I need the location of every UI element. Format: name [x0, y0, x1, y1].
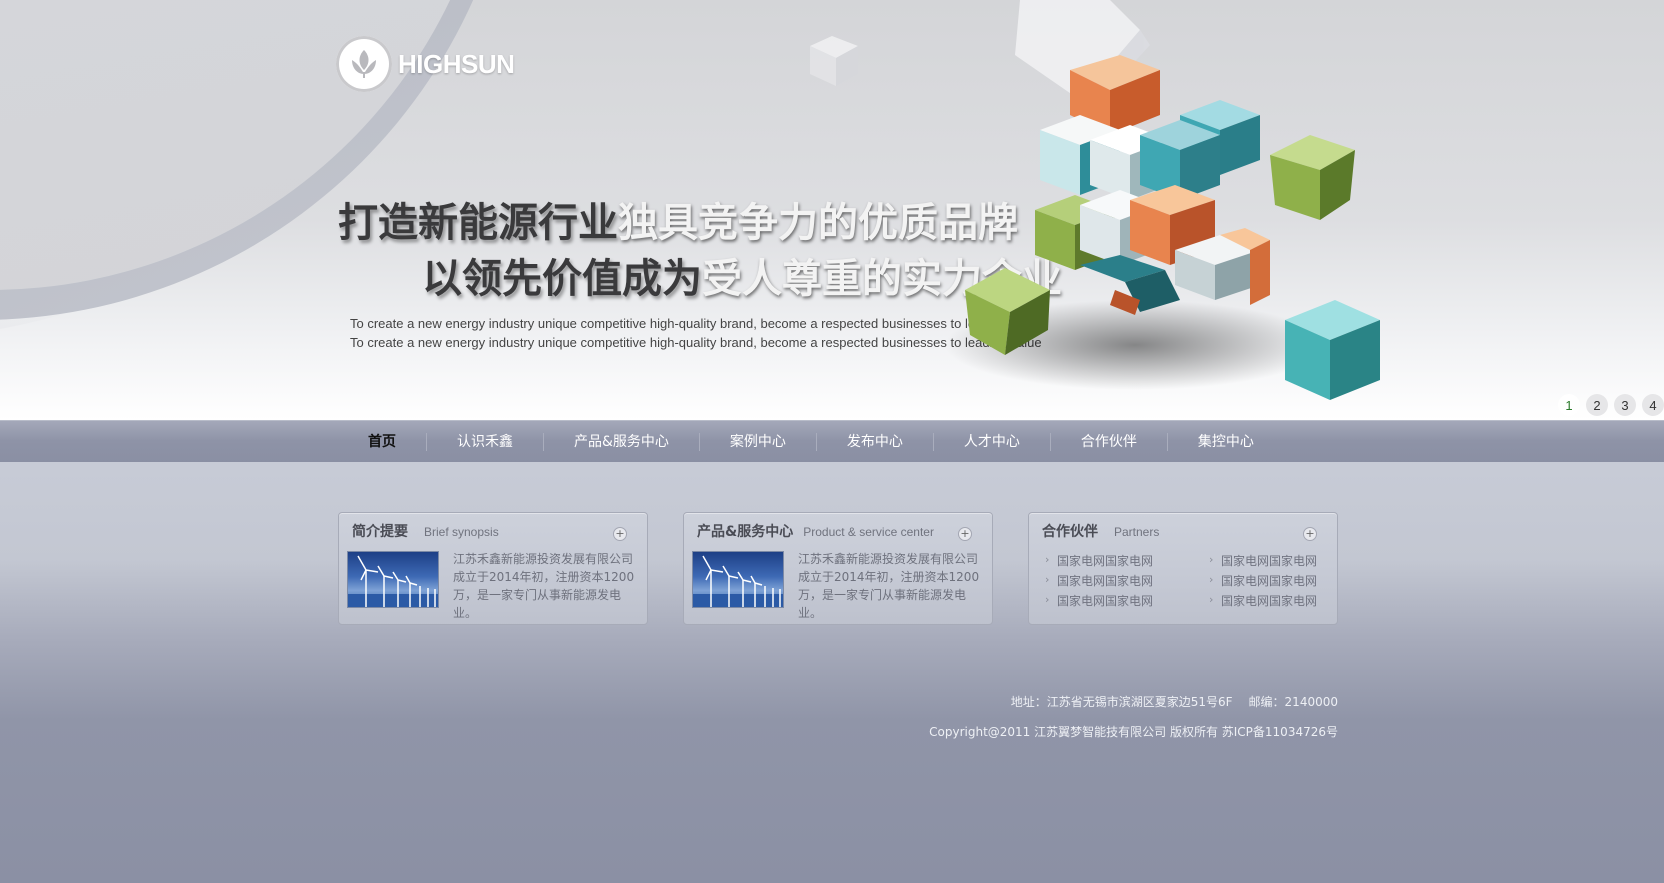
products-panel: 产品&服务中心 Product & service center + 江苏禾鑫新… [683, 512, 993, 625]
site-footer: 地址：江苏省无锡市滨湖区夏家边51号6F 邮编：2140000 Copyright… [929, 687, 1338, 747]
synopsis-panel: 简介提要 Brief synopsis + 江苏禾鑫新能源投资发展有限公司成立于… [338, 512, 648, 625]
logo-icon [336, 36, 392, 92]
partners-more-icon[interactable]: + [1303, 527, 1317, 541]
synopsis-header: 简介提要 Brief synopsis [352, 521, 499, 541]
synopsis-more-icon[interactable]: + [613, 527, 627, 541]
site-logo[interactable]: HIGHSUN [336, 36, 515, 92]
partner-link[interactable]: 国家电网国家电网 [1043, 571, 1207, 590]
slide-pager-item-4[interactable]: 4 [1642, 394, 1664, 416]
cubes-illustration [810, 0, 1380, 400]
partners-link-list: 国家电网国家电网 国家电网国家电网 国家电网国家电网 国家电网国家电网 国家电网… [1043, 551, 1328, 610]
partner-link[interactable]: 国家电网国家电网 [1207, 551, 1327, 570]
wind-turbine-thumbnail[interactable] [347, 551, 439, 608]
synopsis-title: 简介提要 [352, 524, 408, 540]
partner-link[interactable]: 国家电网国家电网 [1207, 571, 1327, 590]
partners-header: 合作伙伴 Partners [1042, 521, 1159, 541]
footer-copyright: Copyright@2011 江苏翼梦智能技有限公司 版权所有 苏ICP备110… [929, 725, 1338, 739]
partner-link[interactable]: 国家电网国家电网 [1207, 591, 1327, 610]
slide-pager-item-2[interactable]: 2 [1586, 394, 1608, 416]
partner-link[interactable]: 国家电网国家电网 [1043, 591, 1207, 610]
partners-panel: 合作伙伴 Partners + 国家电网国家电网 国家电网国家电网 国家电网国家… [1028, 512, 1338, 625]
slogan-2-dark: 以领先价值成为 [422, 256, 702, 302]
products-text: 江苏禾鑫新能源投资发展有限公司成立于2014年初，注册资本1200万，是一家专门… [798, 552, 980, 620]
slogan-1-dark: 打造新能源行业 [338, 200, 618, 246]
nav-item-control-center[interactable]: 集控中心 [1166, 433, 1284, 451]
partner-link[interactable]: 国家电网国家电网 [1043, 551, 1207, 570]
products-more-icon[interactable]: + [958, 527, 972, 541]
nav-item-cases[interactable]: 案例中心 [698, 433, 816, 451]
slide-pager-item-1[interactable]: 1 [1558, 394, 1580, 416]
partners-subtitle: Partners [1114, 525, 1160, 539]
nav-item-about[interactable]: 认识禾鑫 [426, 433, 543, 451]
products-header: 产品&服务中心 Product & service center [697, 521, 934, 541]
nav-item-home[interactable]: 首页 [338, 433, 426, 451]
products-title: 产品&服务中心 [697, 524, 794, 540]
slide-pager: 1 2 3 4 [1558, 394, 1664, 416]
nav-item-careers[interactable]: 人才中心 [932, 433, 1050, 451]
footer-postcode: 邮编：2140000 [1248, 695, 1338, 709]
nav-item-products[interactable]: 产品&服务中心 [543, 433, 699, 451]
wind-turbine-thumbnail[interactable] [692, 551, 784, 608]
slide-pager-item-3[interactable]: 3 [1614, 394, 1636, 416]
footer-address-line: 地址：江苏省无锡市滨湖区夏家边51号6F 邮编：2140000 [929, 687, 1338, 717]
main-navigation: 首页 认识禾鑫 产品&服务中心 案例中心 发布中心 人才中心 合作伙伴 集控中心 [0, 420, 1664, 462]
synopsis-subtitle: Brief synopsis [424, 525, 499, 539]
nav-item-news[interactable]: 发布中心 [815, 433, 933, 451]
footer-address: 地址：江苏省无锡市滨湖区夏家边51号6F [1010, 695, 1233, 709]
synopsis-text: 江苏禾鑫新能源投资发展有限公司成立于2014年初，注册资本1200万，是一家专门… [453, 552, 635, 620]
nav-item-partners[interactable]: 合作伙伴 [1049, 433, 1167, 451]
products-subtitle: Product & service center [803, 525, 934, 539]
logo-text: HIGHSUN [398, 48, 515, 79]
partners-title: 合作伙伴 [1042, 524, 1098, 540]
hero-banner: HIGHSUN 打造新能源行业独具竞争力的优质品牌 以领先价值成为受人尊重的实力… [0, 0, 1664, 420]
